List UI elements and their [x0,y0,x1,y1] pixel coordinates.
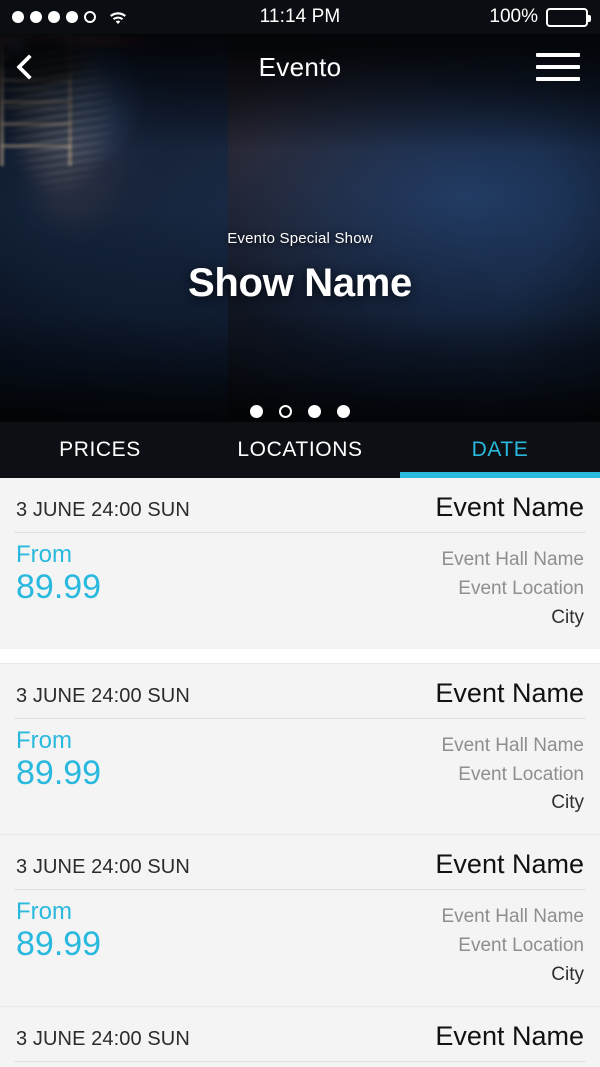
tab-prices[interactable]: PRICES [0,422,200,478]
pager-dot[interactable] [250,405,263,418]
event-date: 3 JUNE 24:00 SUN [16,684,190,707]
event-date: 3 JUNE 24:00 SUN [16,1027,190,1050]
event-list[interactable]: 3 JUNE 24:00 SUN Event Name From 89.99 E… [0,478,600,1067]
event-city: City [551,792,584,814]
event-hall-name: Event Hall Name [441,549,584,570]
status-bar-left [12,9,129,25]
event-hall-name: Event Hall Name [441,734,584,756]
event-location: Event Location [458,577,584,599]
page-title: Evento [258,51,342,82]
list-item[interactable]: 3 JUNE 24:00 SUN Event Name From 89.99 E… [0,662,600,835]
event-location: Event Location [458,935,584,957]
back-button[interactable] [16,45,60,89]
event-name: Event Name [435,492,584,522]
hero-text-block: Evento Special Show Show Name [0,230,600,306]
event-city: City [551,964,584,985]
list-item[interactable]: 3 JUNE 24:00 SUN Event Name From 89.99 E… [0,478,600,649]
wifi-icon [107,9,129,25]
carousel-pagination[interactable] [0,405,600,418]
card-header: 3 JUNE 24:00 SUN Event Name [14,664,586,719]
event-date: 3 JUNE 24:00 SUN [16,856,190,879]
hero-subtitle: Evento Special Show [227,230,373,247]
card-body: From 89.99 Event Hall Name Event Locatio… [14,1062,586,1067]
event-hall-name: Event Hall Name [441,906,584,928]
navigation-bar: Evento [0,34,600,100]
pager-dot-active[interactable] [279,405,292,418]
battery-percent-label: 100% [489,6,538,27]
venue-block: Event Hall Name Event Location City [441,899,584,990]
event-name: Event Name [435,849,584,880]
card-header: 3 JUNE 24:00 SUN Event Name [14,835,586,891]
pager-dot[interactable] [337,405,350,418]
app-screen: 11:14 PM 100% Evento Evento Special Show… [0,0,600,1067]
event-location: Event Location [458,763,584,785]
price-from-label: From [16,541,72,568]
price-block: From 89.99 [16,726,102,792]
venue-block: Event Hall Name Event Location City [441,542,584,633]
card-body: From 89.99 Event Hall Name Event Locatio… [14,533,586,649]
list-item[interactable]: 3 JUNE 24:00 SUN Event Name From 89.99 E… [0,1005,600,1067]
event-city: City [551,606,584,628]
event-date: 3 JUNE 24:00 SUN [16,499,190,521]
price-from-label: From [16,898,72,926]
event-name: Event Name [435,1020,584,1051]
venue-block: Event Hall Name Event Location City [441,728,584,819]
hero-title: Show Name [187,261,413,305]
price-block: From 89.99 [16,541,102,606]
price-from-label: From [16,726,72,754]
tab-locations[interactable]: LOCATIONS [200,422,400,478]
card-header: 3 JUNE 24:00 SUN Event Name [14,478,586,533]
hero-banner[interactable]: Evento Evento Special Show Show Name [0,34,600,422]
price-amount: 89.99 [16,567,102,606]
price-amount: 89.99 [16,925,102,964]
status-bar: 11:14 PM 100% [0,0,600,34]
card-body: From 89.99 Event Hall Name Event Locatio… [14,719,586,835]
price-amount: 89.99 [16,753,102,792]
list-item[interactable]: 3 JUNE 24:00 SUN Event Name From 89.99 E… [0,834,600,1006]
event-name: Event Name [435,677,584,708]
price-block: From 89.99 [16,898,102,964]
hamburger-menu-icon[interactable] [536,50,580,84]
tab-bar: PRICES LOCATIONS DATE [0,422,600,478]
chevron-left-icon [16,54,42,80]
signal-strength-icon [12,11,96,23]
pager-dot[interactable] [308,405,321,418]
card-body: From 89.99 Event Hall Name Event Locatio… [14,890,586,1006]
battery-full-icon [546,7,591,27]
tab-date[interactable]: DATE [400,422,600,478]
card-header: 3 JUNE 24:00 SUN Event Name [14,1007,586,1062]
status-bar-right: 100% [489,6,591,28]
